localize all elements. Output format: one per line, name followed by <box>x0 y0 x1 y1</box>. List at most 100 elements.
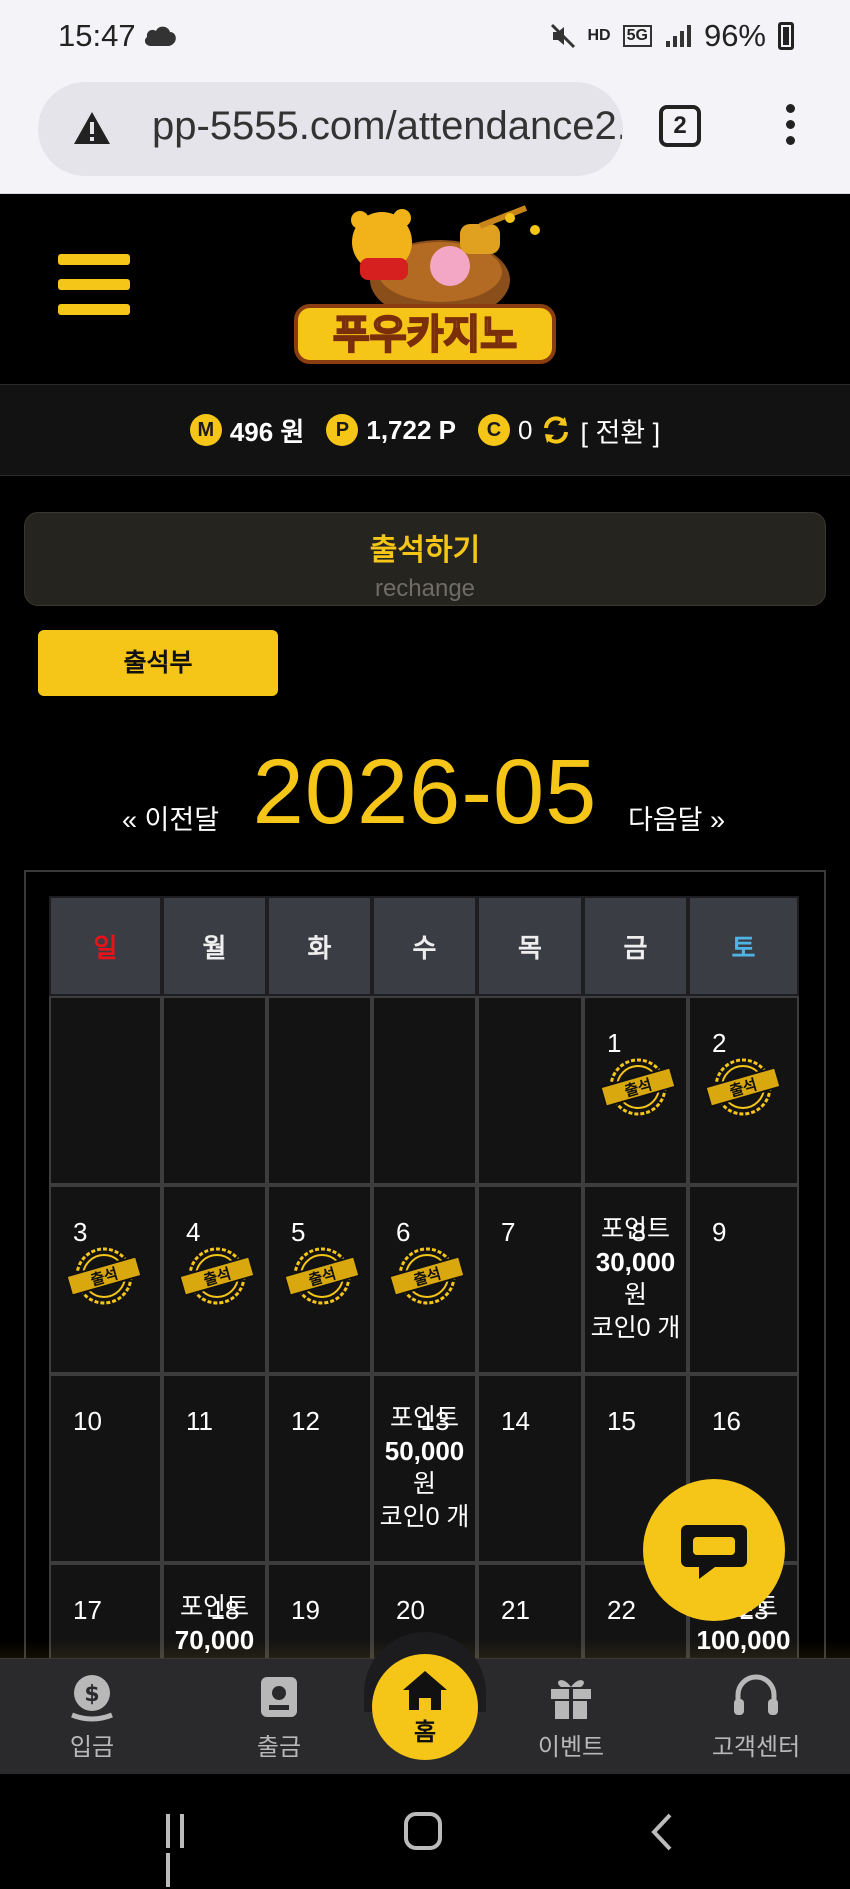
weekday-header-row: 일 월 화 수 목 금 토 <box>49 896 799 996</box>
attendance-stamp-icon: 출석 <box>283 1247 361 1305</box>
calendar-day-4[interactable]: 4 출석 <box>162 1185 267 1374</box>
signal-icon <box>665 25 691 47</box>
chat-bubble-icon <box>681 1525 747 1579</box>
day-number: 3 <box>73 1217 88 1247</box>
day-number: 1 <box>607 1028 622 1058</box>
money-balance: M 496 원 <box>189 412 305 449</box>
weekday-sun: 일 <box>49 896 162 996</box>
attendance-stamp-icon: 출석 <box>704 1058 782 1116</box>
system-home-icon[interactable] <box>404 1812 442 1850</box>
attendance-calendar: 일 월 화 수 목 금 토 1 출석 2 출석 3 출석 4 출석 5 출석 6 출석 7 8 포인트 30,… <box>49 896 799 1752</box>
status-time: 15:47 <box>58 18 136 53</box>
nav-event[interactable]: 이벤트 <box>511 1671 631 1762</box>
day-number: 21 <box>501 1595 530 1625</box>
coin-balance: C 0 [ 전환 ] <box>478 411 660 450</box>
calendar-day-3[interactable]: 3 출석 <box>49 1185 162 1374</box>
more-menu-icon[interactable] <box>780 104 800 152</box>
weekday-mon: 월 <box>162 896 267 996</box>
nav-event-label: 이벤트 <box>537 1734 605 1761</box>
balance-bar: M 496 원 P 1,722 P C 0 [ 전환 ] <box>0 384 850 476</box>
day-number: 9 <box>712 1217 727 1247</box>
day-number: 15 <box>607 1406 636 1436</box>
address-bar[interactable]: pp-5555.com/attendance2.asp <box>38 82 623 176</box>
calendar-day-13[interactable]: 13 포인트 50,000 원 코인0 개 <box>372 1374 477 1563</box>
calendar-empty-cell <box>477 996 583 1185</box>
calendar-day-10[interactable]: 10 <box>49 1374 162 1563</box>
cloud-icon <box>144 26 176 46</box>
url-text[interactable]: pp-5555.com/attendance2.asp <box>152 104 622 149</box>
site-logo[interactable]: 푸우카지노 <box>290 202 560 378</box>
tab-switcher-button[interactable]: 2 <box>659 105 701 147</box>
calendar-day-8[interactable]: 8 포인트 30,000 원 코인0 개 <box>583 1185 688 1374</box>
day-number: 17 <box>73 1595 102 1625</box>
money-icon: M <box>189 414 222 446</box>
coin-icon: C <box>478 414 510 446</box>
attendance-stamp-icon: 출석 <box>388 1247 466 1305</box>
safe-icon <box>261 1677 297 1717</box>
status-bar: 15:47 HD 5G 96% <box>0 0 850 76</box>
money-bag-icon: $ <box>71 1675 113 1722</box>
nav-support[interactable]: 고객센터 <box>696 1671 816 1762</box>
weekday-thu: 목 <box>477 896 583 996</box>
svg-text:$: $ <box>84 1682 99 1707</box>
calendar-day-9[interactable]: 9 <box>688 1185 799 1374</box>
nav-home-label: 홈 <box>413 1719 437 1746</box>
battery-icon <box>778 22 794 50</box>
day-number: 14 <box>501 1406 530 1436</box>
live-chat-button[interactable] <box>643 1479 785 1621</box>
reward-info: 포인트 50,000 원 코인0 개 <box>374 1402 475 1534</box>
day-number: 10 <box>73 1406 102 1436</box>
calendar-day-14[interactable]: 14 <box>477 1374 583 1563</box>
attendance-book-button[interactable]: 출석부 <box>38 630 278 696</box>
status-icons: HD 5G 96% <box>550 16 794 56</box>
nav-withdraw[interactable]: 출금 <box>219 1671 339 1762</box>
calendar-day-7[interactable]: 7 <box>477 1185 583 1374</box>
point-balance: P 1,722 P <box>326 414 456 446</box>
refresh-icon[interactable] <box>540 414 572 446</box>
nav-home[interactable]: 홈 <box>372 1654 478 1760</box>
reward-amount: 50,000 <box>384 1436 465 1466</box>
day-number: 12 <box>291 1406 320 1436</box>
day-number: 19 <box>291 1595 320 1625</box>
recent-apps-icon[interactable] <box>166 1814 206 1887</box>
reward-label: 포인트 <box>600 1215 670 1243</box>
day-number: 11 <box>186 1406 213 1436</box>
day-number: 20 <box>396 1595 425 1625</box>
prev-month-link[interactable]: « 이전달 <box>122 798 219 837</box>
calendar-empty-cell <box>372 996 477 1185</box>
attendance-stamp-icon: 출석 <box>599 1058 677 1116</box>
next-month-link[interactable]: 다음달 » <box>628 798 725 837</box>
calendar-day-5[interactable]: 5 출석 <box>267 1185 372 1374</box>
money-value: 496 원 <box>229 416 305 447</box>
calendar-day-12[interactable]: 12 <box>267 1374 372 1563</box>
calendar-day-1[interactable]: 1 출석 <box>583 996 688 1185</box>
day-number: 22 <box>607 1595 636 1625</box>
home-icon <box>403 1671 447 1710</box>
reward-unit: 원 <box>623 1281 647 1309</box>
back-icon[interactable] <box>650 1812 674 1852</box>
coin-value: 0 <box>518 414 533 445</box>
reward-label: 포인트 <box>389 1404 459 1432</box>
warning-icon[interactable] <box>72 110 112 146</box>
network-5g-icon: 5G <box>622 25 652 47</box>
calendar-week-row: 1 출석 2 출석 <box>49 996 799 1185</box>
calendar-empty-cell <box>162 996 267 1185</box>
day-number: 4 <box>186 1217 201 1247</box>
nav-deposit[interactable]: $ 입금 <box>32 1671 152 1762</box>
calendar-day-11[interactable]: 11 <box>162 1374 267 1563</box>
weekday-sat: 토 <box>688 896 799 996</box>
calendar-empty-cell <box>49 996 162 1185</box>
attendance-stamp-icon: 출석 <box>65 1247 143 1305</box>
headset-icon <box>734 1674 778 1715</box>
mute-icon <box>550 23 575 49</box>
convert-button[interactable]: [ 전환 ] <box>580 411 660 450</box>
calendar-day-2[interactable]: 2 출석 <box>688 996 799 1185</box>
nav-deposit-label: 입금 <box>69 1734 115 1761</box>
calendar-week-row: 3 출석 4 출석 5 출석 6 출석 7 8 포인트 30,000 원 코인0 개9 <box>49 1185 799 1374</box>
reward-amount: 30,000 <box>595 1247 676 1277</box>
reward-unit: 원 <box>412 1470 436 1498</box>
hamburger-menu-icon[interactable] <box>58 254 130 316</box>
attendance-header: 출석하기 rechange <box>24 512 826 606</box>
calendar-day-6[interactable]: 6 출석 <box>372 1185 477 1374</box>
day-number: 2 <box>712 1028 727 1058</box>
